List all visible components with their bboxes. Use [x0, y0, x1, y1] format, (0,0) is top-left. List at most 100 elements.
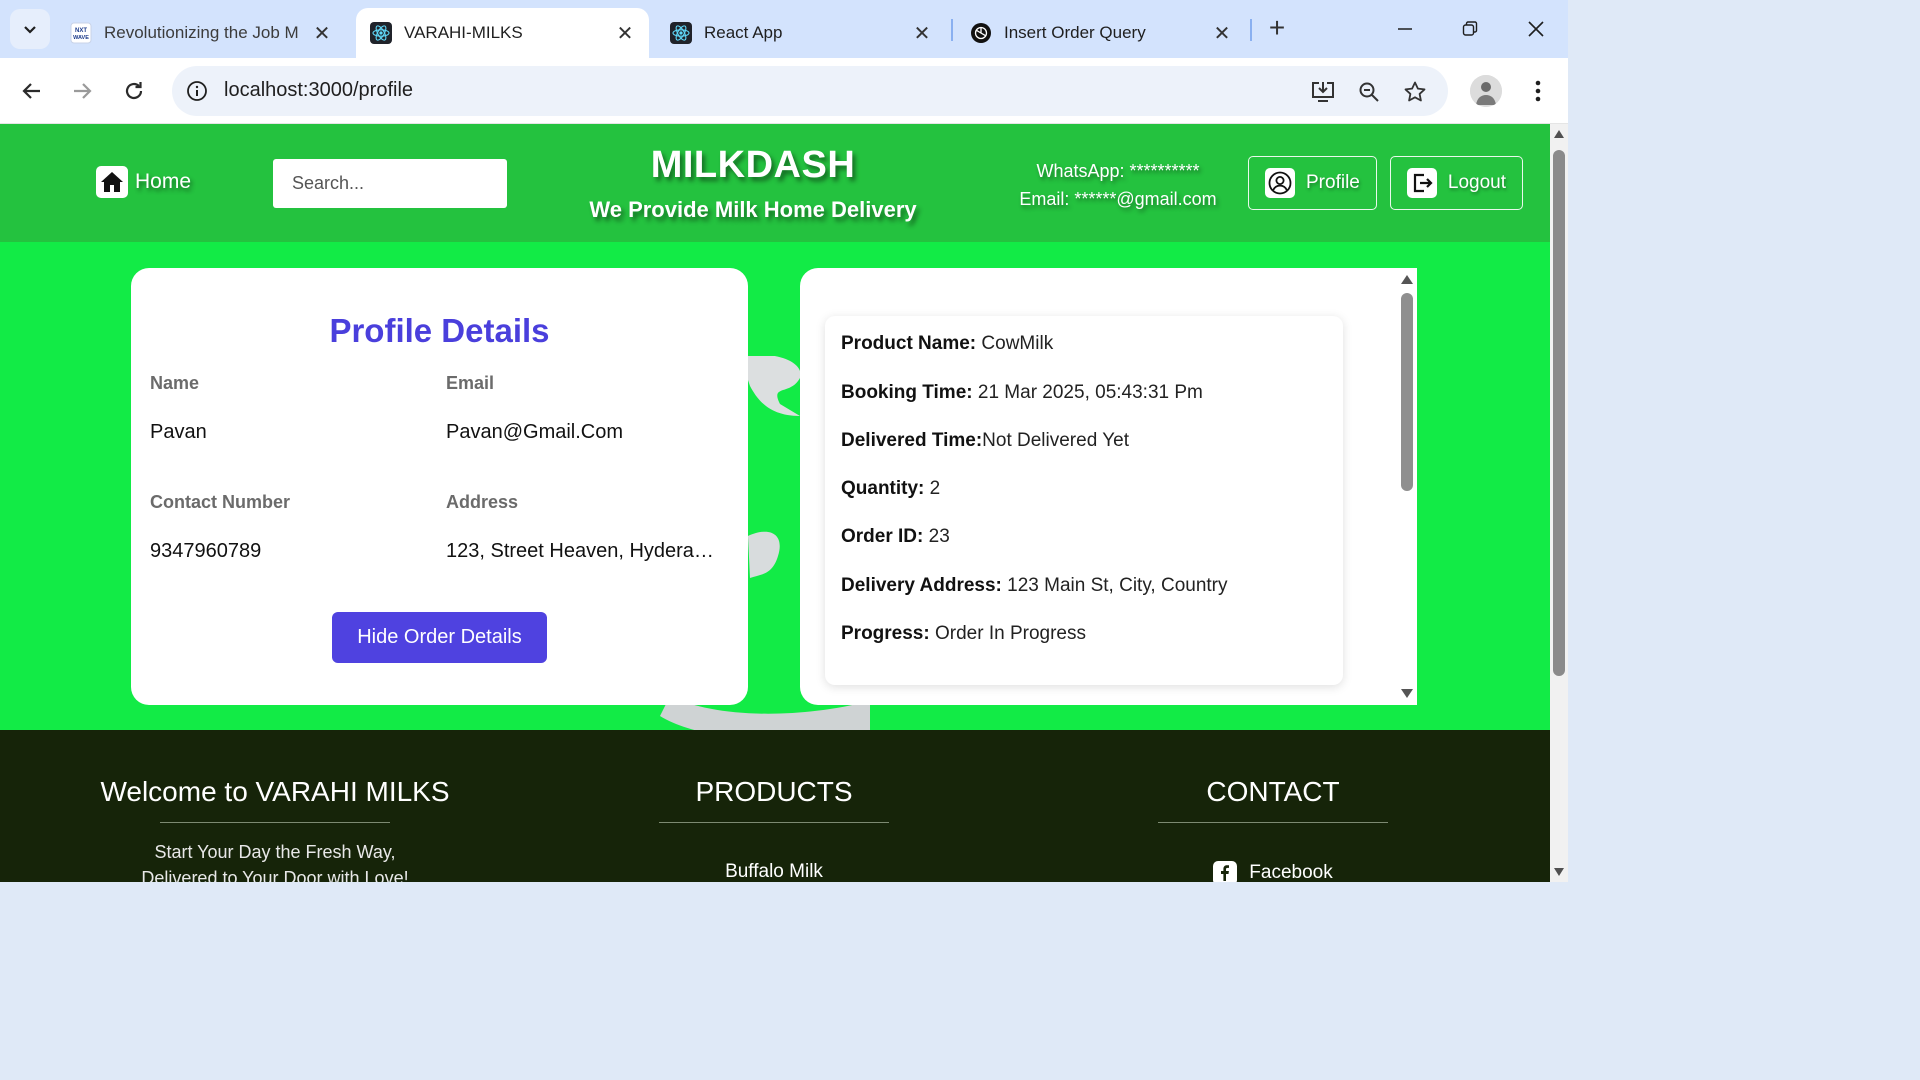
tab-separator	[951, 19, 953, 41]
scroll-down-arrow-icon[interactable]	[1554, 868, 1564, 876]
brand-title: MILKDASH	[650, 144, 856, 186]
address-label: Address	[446, 492, 519, 512]
order-item: Product Name: CowMilk Booking Time: 21 M…	[825, 316, 1343, 685]
order-id-label: Order ID:	[841, 526, 924, 547]
footer-facebook-label: Facebook	[1249, 862, 1333, 882]
install-app-button[interactable]	[1308, 77, 1338, 107]
logout-label: Logout	[1447, 172, 1506, 193]
page-scrollbar[interactable]	[1550, 124, 1568, 882]
order-quantity-row: Quantity: 2	[841, 478, 940, 500]
forward-button[interactable]	[64, 73, 100, 109]
close-tab-icon[interactable]: ✕	[912, 21, 932, 46]
address-value: 123, Street Heaven, Hyderabad	[446, 540, 723, 562]
order-product-value: CowMilk	[976, 333, 1054, 354]
site-header: Home MILKDASH We Provide Milk Home Deliv…	[0, 124, 1550, 242]
name-label: Name	[150, 373, 200, 393]
minimize-icon	[1398, 28, 1412, 30]
orders-scrollbar[interactable]	[1397, 268, 1417, 705]
order-booking-value: 21 Mar 2025, 05:43:31 Pm	[972, 382, 1203, 403]
profile-avatar[interactable]	[1470, 75, 1502, 107]
footer-welcome-title: Welcome to VARAHI MILKS	[100, 776, 450, 807]
whatsapp-text: WhatsApp: **********	[1036, 161, 1200, 181]
footer-divider	[1158, 822, 1388, 823]
hide-order-details-button[interactable]: Hide Order Details	[332, 612, 547, 663]
footer-welcome-column: Welcome to VARAHI MILKS Start Your Day t…	[65, 776, 485, 882]
footer-facebook-link[interactable]: Facebook	[1213, 861, 1333, 882]
tab-varahi-milks[interactable]: VARAHI-MILKS ✕	[356, 8, 649, 58]
close-tab-icon[interactable]: ✕	[1212, 21, 1232, 46]
tab-separator	[1250, 19, 1252, 41]
order-delivered-value: Not Delivered Yet	[982, 430, 1129, 451]
scroll-down-arrow-icon[interactable]	[1401, 689, 1413, 698]
site-footer: Welcome to VARAHI MILKS Start Your Day t…	[0, 730, 1550, 882]
reload-button[interactable]	[116, 73, 152, 109]
footer-contact-title: CONTACT	[1206, 776, 1340, 807]
browser-toolbar: localhost:3000/profile	[0, 58, 1568, 124]
footer-welcome-line1: Start Your Day the Fresh Way,	[154, 842, 396, 862]
order-delivered-row: Delivered Time:Not Delivered Yet	[841, 430, 1129, 452]
tab-title: VARAHI-MILKS	[404, 23, 523, 42]
page-scrollbar-thumb[interactable]	[1553, 150, 1565, 676]
close-tab-icon[interactable]: ✕	[615, 21, 635, 46]
order-booking-label: Booking Time:	[841, 382, 973, 403]
install-app-icon	[1312, 82, 1334, 102]
header-contact-info: WhatsApp: ********** Email: ******@gmail…	[1000, 157, 1236, 213]
nxtwave-favicon-icon: NXT WAVE	[70, 22, 92, 44]
order-address-value: 123 Main St, City, Country	[1001, 575, 1228, 596]
arrow-right-icon	[74, 83, 92, 99]
new-tab-button[interactable]: +	[1262, 12, 1292, 46]
reload-icon	[125, 82, 143, 100]
order-progress-row: Progress: Order In Progress	[841, 623, 1086, 645]
close-window-button[interactable]	[1516, 12, 1556, 46]
profile-button[interactable]: Profile	[1248, 156, 1377, 210]
star-icon	[1404, 81, 1426, 102]
tab-title: Insert Order Query	[1004, 23, 1146, 42]
logout-button[interactable]: Logout	[1390, 156, 1523, 210]
browser-menu-button[interactable]	[1522, 75, 1554, 107]
zoom-button[interactable]	[1354, 77, 1384, 107]
home-link[interactable]: Home	[96, 166, 191, 198]
order-details-panel: Product Name: CowMilk Booking Time: 21 M…	[800, 268, 1417, 705]
react-favicon-icon	[370, 22, 392, 44]
site-info-icon[interactable]	[184, 78, 210, 104]
profile-label: Profile	[1306, 172, 1360, 193]
order-booking-row: Booking Time: 21 Mar 2025, 05:43:31 Pm	[841, 382, 1203, 404]
tab-revolutionizing[interactable]: NXT WAVE Revolutionizing the Job M ✕	[56, 8, 346, 58]
more-vertical-icon	[1535, 80, 1541, 102]
order-id-value: 23	[923, 526, 950, 547]
tab-react-app[interactable]: React App ✕	[656, 8, 946, 58]
arrow-left-icon	[22, 83, 40, 99]
footer-divider	[659, 822, 889, 823]
email-label: Email	[446, 373, 495, 393]
profile-details-card: Profile Details Name Pavan Email Pavan@G…	[131, 268, 748, 705]
order-address-label: Delivery Address:	[841, 575, 1002, 596]
close-icon	[1528, 21, 1544, 37]
footer-contact-column: CONTACT Facebook	[1063, 776, 1483, 882]
profile-title: Profile Details	[329, 312, 550, 349]
tab-title: Revolutionizing the Job M	[104, 23, 299, 42]
scroll-up-arrow-icon[interactable]	[1401, 275, 1413, 284]
bookmark-button[interactable]	[1400, 77, 1430, 107]
url-text[interactable]: localhost:3000/profile	[224, 79, 413, 102]
home-icon	[96, 166, 128, 198]
scrollbar-thumb[interactable]	[1401, 293, 1413, 491]
close-tab-icon[interactable]: ✕	[312, 21, 332, 46]
zoom-icon	[1359, 82, 1379, 102]
minimize-button[interactable]	[1385, 12, 1425, 46]
brand-subtitle: We Provide Milk Home Delivery	[589, 197, 917, 222]
back-button[interactable]	[14, 73, 50, 109]
react-favicon-icon	[670, 22, 692, 44]
search-input[interactable]	[273, 159, 507, 208]
address-bar[interactable]: localhost:3000/profile	[172, 66, 1448, 116]
tab-insert-order-query[interactable]: Insert Order Query ✕	[956, 8, 1246, 58]
footer-product-link[interactable]: Buffalo Milk	[725, 861, 823, 882]
order-product-row: Product Name: CowMilk	[841, 333, 1053, 355]
home-label: Home	[135, 170, 192, 193]
restore-button[interactable]	[1450, 12, 1490, 46]
footer-welcome-text: Start Your Day the Fresh Way, Delivered …	[65, 839, 485, 882]
page-viewport: Home MILKDASH We Provide Milk Home Deliv…	[0, 124, 1568, 882]
order-product-label: Product Name:	[841, 333, 977, 354]
scroll-up-arrow-icon[interactable]	[1554, 130, 1564, 138]
user-circle-icon	[1265, 168, 1295, 198]
tab-search-button[interactable]	[10, 9, 50, 49]
